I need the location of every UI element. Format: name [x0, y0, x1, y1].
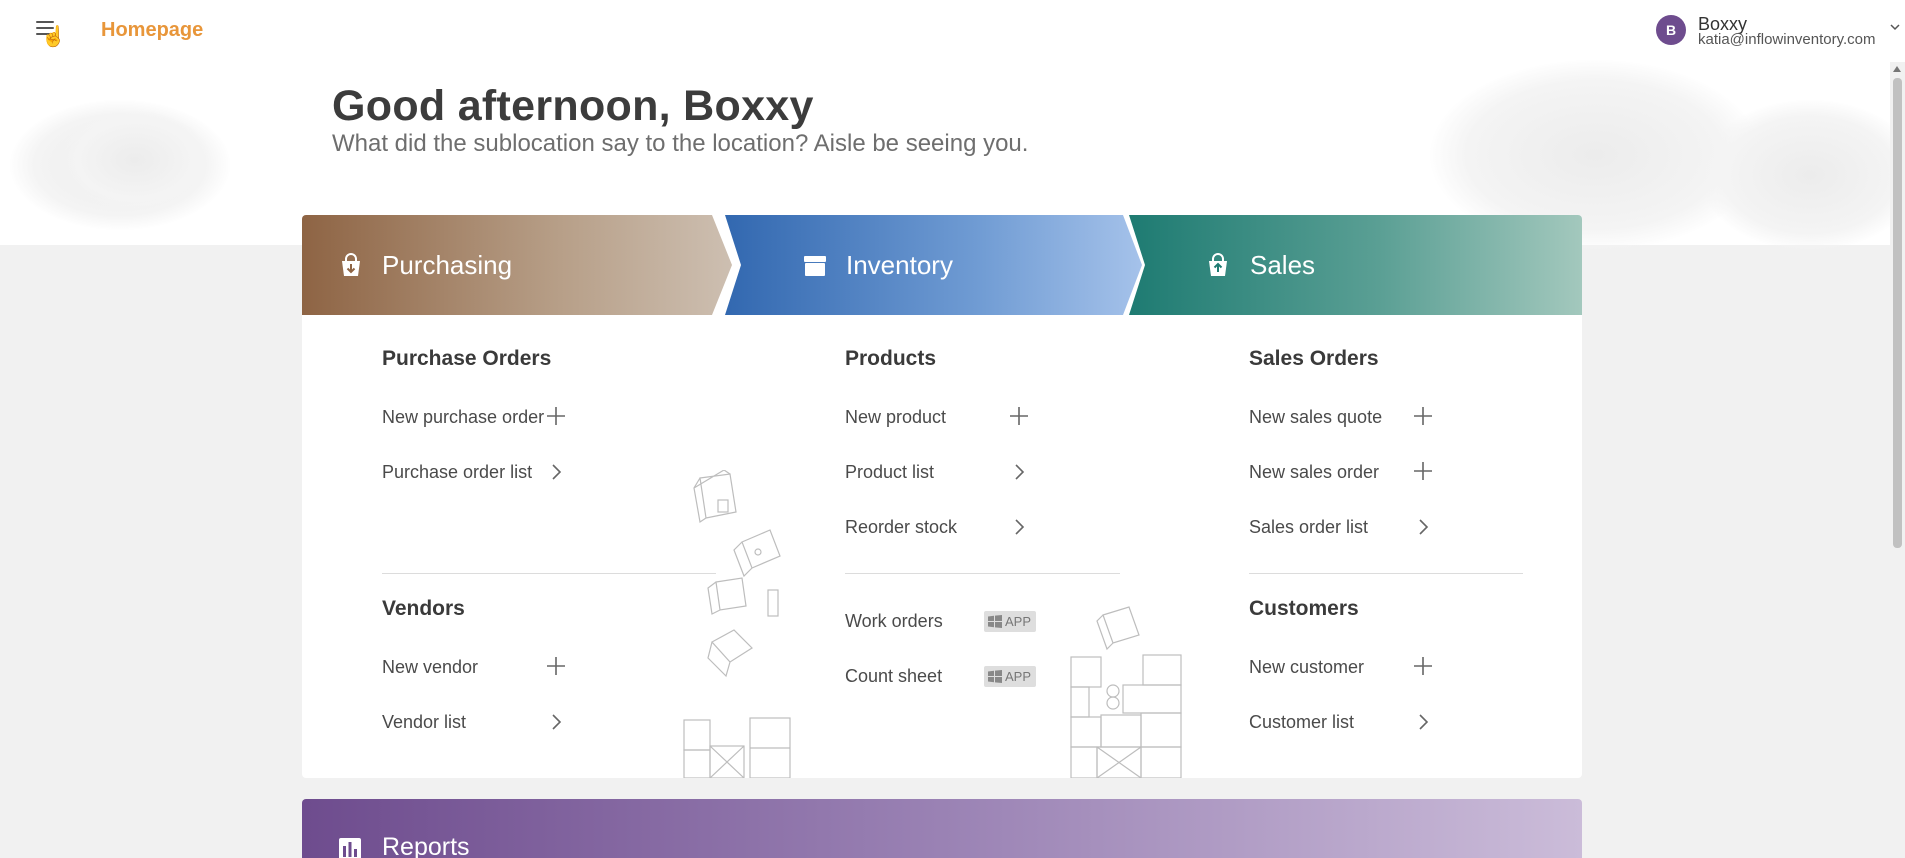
cloud-left-2 [60, 110, 210, 210]
windows-icon [988, 615, 1002, 628]
chevron-right-icon[interactable] [1412, 516, 1434, 538]
reorder-stock-link[interactable]: Reorder stock [845, 517, 957, 538]
plus-icon[interactable] [1008, 405, 1030, 427]
hand-pointer-icon: ☝ [41, 26, 66, 48]
sales-order-list-link[interactable]: Sales order list [1249, 517, 1368, 538]
count-sheet-app-badge[interactable]: APP [984, 666, 1036, 687]
bar-chart-icon [339, 838, 361, 858]
plus-icon[interactable] [1412, 405, 1434, 427]
user-email: katia@inflowinventory.com [1698, 31, 1876, 48]
vendors-title: Vendors [382, 597, 465, 620]
purchase-order-list-link[interactable]: Purchase order list [382, 462, 532, 483]
inventory-label: Inventory [846, 250, 953, 280]
reports-band[interactable]: Reports [302, 799, 1582, 858]
new-sales-order-link[interactable]: New sales order [1249, 462, 1379, 483]
plus-icon[interactable] [1412, 460, 1434, 482]
page-title: Homepage [101, 19, 204, 41]
workflow-card: Purchasing Inventory Sales Purchase Orde… [302, 215, 1582, 778]
falling-boxes-illustration [683, 470, 791, 778]
scroll-up-arrow[interactable] [1893, 66, 1901, 72]
box-icon [804, 256, 826, 276]
avatar: B [1656, 15, 1686, 45]
sales-label: Sales [1250, 250, 1316, 280]
work-orders-app-badge[interactable]: APP [984, 611, 1036, 632]
new-purchase-order-link[interactable]: New purchase order [382, 407, 544, 428]
plus-icon[interactable] [545, 405, 567, 427]
inventory-band: Inventory [725, 215, 1142, 315]
purchasing-divider [382, 573, 716, 574]
chevron-right-icon[interactable] [545, 711, 567, 733]
new-customer-link[interactable]: New customer [1249, 657, 1364, 678]
sales-divider [1249, 573, 1523, 574]
work-orders-link[interactable]: Work orders [845, 611, 943, 632]
chevron-right-icon[interactable] [1008, 516, 1030, 538]
stacked-boxes-illustration [1070, 606, 1182, 778]
greeting-subtitle: What did the sublocation say to the loca… [332, 130, 1029, 157]
sales-band: Sales [1129, 215, 1582, 315]
plus-icon[interactable] [1412, 655, 1434, 677]
plus-icon[interactable] [545, 655, 567, 677]
greeting-title: Good afternoon, Boxxy [332, 82, 814, 130]
chevron-right-icon[interactable] [1412, 711, 1434, 733]
products-title: Products [845, 347, 937, 370]
customer-list-link[interactable]: Customer list [1249, 712, 1354, 733]
app-badge-label: APP [1005, 669, 1032, 684]
inventory-divider [845, 573, 1120, 574]
vendor-list-link[interactable]: Vendor list [382, 712, 466, 733]
count-sheet-link[interactable]: Count sheet [845, 666, 942, 687]
product-list-link[interactable]: Product list [845, 462, 934, 483]
customers-title: Customers [1249, 597, 1359, 620]
shopping-bag-down-icon [342, 253, 360, 276]
page-scrollbar[interactable] [1890, 62, 1905, 858]
chevron-right-icon[interactable] [545, 461, 567, 483]
new-vendor-link[interactable]: New vendor [382, 657, 478, 678]
cloud-right-2 [1700, 100, 1905, 250]
shopping-bag-up-icon [1209, 253, 1227, 276]
windows-icon [988, 670, 1002, 683]
scroll-thumb[interactable] [1893, 78, 1902, 548]
new-sales-quote-link[interactable]: New sales quote [1249, 407, 1382, 428]
app-badge-label: APP [1005, 614, 1032, 629]
chevron-down-icon [1890, 24, 1900, 31]
top-bar: ☝ Homepage B Boxxy katia@inflowinventory… [0, 0, 1905, 62]
purchase-orders-title: Purchase Orders [382, 347, 552, 370]
purchasing-band: Purchasing [302, 215, 732, 315]
reports-label: Reports [382, 833, 470, 858]
chevron-right-icon[interactable] [1008, 461, 1030, 483]
new-product-link[interactable]: New product [845, 407, 946, 428]
purchasing-label: Purchasing [382, 250, 513, 280]
sales-orders-title: Sales Orders [1249, 347, 1379, 370]
